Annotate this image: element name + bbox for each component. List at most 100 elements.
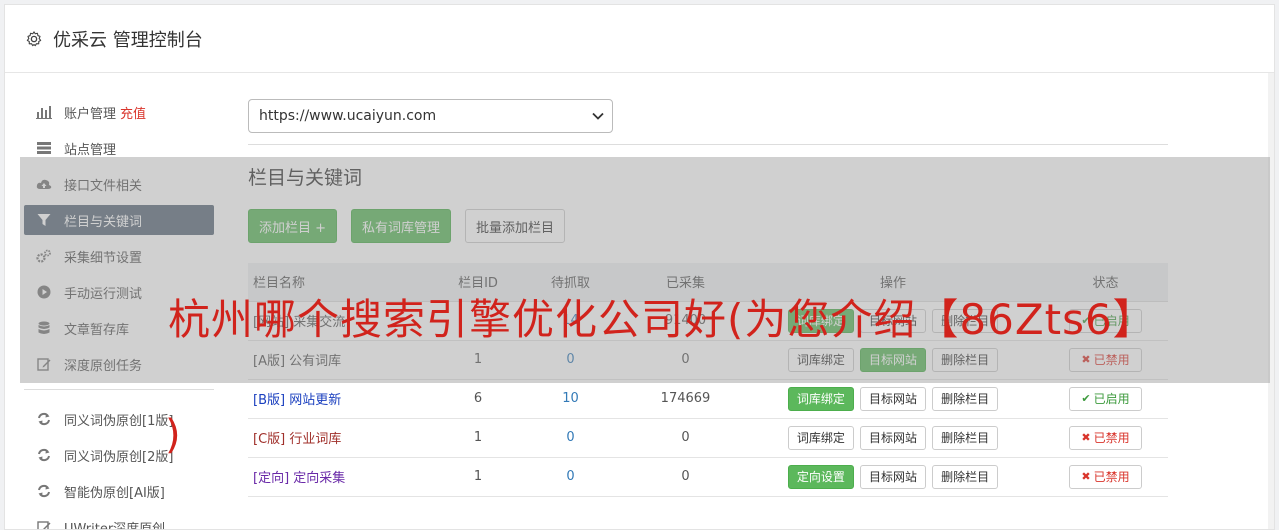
site-select[interactable]: https://www.ucaiyun.com bbox=[248, 99, 613, 133]
sidebar-item-collect-settings[interactable]: 采集细节设置 bbox=[24, 241, 214, 271]
bind-lexicon-button[interactable]: 定向设置 bbox=[787, 464, 854, 489]
sidebar-item-label: 同义词伪原创[2版] bbox=[64, 449, 174, 465]
status-toggle[interactable]: ✔ 已启用 bbox=[1069, 308, 1142, 333]
sidebar-item-synonym-v2[interactable]: 同义词伪原创[2版] bbox=[24, 440, 214, 470]
row-name-text[interactable]: [C版] 行业词库 bbox=[253, 432, 341, 447]
delete-column-button[interactable]: 删除栏目 bbox=[932, 308, 999, 333]
columns-table: 栏目名称 栏目ID 待抓取 已采集 操作 状态 [网站] 采集交流 14 914… bbox=[248, 263, 1168, 497]
pending-link[interactable]: 14 bbox=[562, 313, 579, 328]
row-id: 1 bbox=[443, 418, 513, 458]
private-lexicon-button[interactable]: 私有词库管理 bbox=[351, 209, 452, 243]
sidebar-item-manual-run[interactable]: 手动运行测试 bbox=[24, 277, 214, 307]
recharge-link[interactable]: 充值 bbox=[120, 103, 146, 122]
table-row: [定向] 定向采集 1 0 0 定向设置 目标网站 删除栏目 ✖ 已禁用 bbox=[248, 457, 1168, 497]
status-toggle[interactable]: ✖ 已禁用 bbox=[1069, 425, 1142, 450]
col-header-status: 状态 bbox=[1043, 263, 1168, 302]
sidebar-item-columns-keywords[interactable]: 栏目与关键词 bbox=[24, 205, 214, 235]
row-id: 6 bbox=[443, 379, 513, 419]
row-name-text[interactable]: [A版] 公有词库 bbox=[253, 354, 341, 369]
check-icon: ✔ bbox=[1081, 392, 1091, 405]
sidebar-item-deep-original[interactable]: 深度原创任务 bbox=[24, 349, 214, 379]
row-pending[interactable]: 0 bbox=[513, 418, 628, 458]
target-site-button[interactable]: 目标网站 bbox=[859, 308, 926, 333]
row-collected: 91400 bbox=[628, 301, 743, 341]
sidebar-item-sites[interactable]: 站点管理 bbox=[24, 133, 214, 163]
cross-icon: ✖ bbox=[1081, 353, 1091, 366]
gear-icon bbox=[26, 30, 42, 46]
row-pending[interactable]: 0 bbox=[513, 340, 628, 380]
row-pending[interactable]: 0 bbox=[513, 457, 628, 497]
edit-icon bbox=[36, 356, 52, 372]
row-name-text[interactable]: [B版] 网站更新 bbox=[253, 393, 341, 408]
row-ops: 词库绑定 目标网站 删除栏目 bbox=[743, 418, 1043, 458]
delete-column-button[interactable]: 删除栏目 bbox=[932, 347, 999, 372]
sidebar-item-uwriter[interactable]: UWriter深度原创 bbox=[24, 512, 214, 529]
status-label: 已启用 bbox=[1093, 314, 1130, 328]
table-header-row: 栏目名称 栏目ID 待抓取 已采集 操作 状态 bbox=[248, 263, 1168, 302]
row-name-text[interactable]: [网站] 采集交流 bbox=[253, 315, 345, 330]
target-site-button[interactable]: 目标网站 bbox=[859, 347, 926, 372]
table-row: [网站] 采集交流 14 91400 词库绑定 目标网站 删除栏目 ✔ 已启用 bbox=[248, 301, 1168, 341]
status-toggle[interactable]: ✔ 已启用 bbox=[1069, 386, 1142, 411]
bind-lexicon-button[interactable]: 词库绑定 bbox=[787, 386, 854, 411]
target-site-button[interactable]: 目标网站 bbox=[859, 464, 926, 489]
row-status: ✖ 已禁用 bbox=[1043, 340, 1168, 380]
target-site-button[interactable]: 目标网站 bbox=[859, 425, 926, 450]
sidebar-item-api-files[interactable]: 接口文件相关 bbox=[24, 169, 214, 199]
row-name[interactable]: [定向] 定向采集 bbox=[248, 457, 443, 497]
gears-icon bbox=[36, 248, 52, 264]
filter-icon bbox=[36, 212, 52, 228]
row-id: 1 bbox=[443, 457, 513, 497]
pending-link[interactable]: 0 bbox=[566, 469, 574, 484]
main-content: https://www.ucaiyun.com 栏目与关键词 添加栏目 + 私有… bbox=[248, 99, 1168, 497]
status-toggle[interactable]: ✖ 已禁用 bbox=[1069, 464, 1142, 489]
row-ops: 词库绑定 目标网站 删除栏目 bbox=[743, 340, 1043, 380]
pending-link[interactable]: 0 bbox=[566, 430, 574, 445]
delete-column-button[interactable]: 删除栏目 bbox=[932, 425, 999, 450]
row-name[interactable]: [A版] 公有词库 bbox=[248, 340, 443, 380]
bind-lexicon-button[interactable]: 词库绑定 bbox=[787, 425, 854, 450]
bar-chart-icon bbox=[36, 104, 52, 120]
sidebar-item-label: 手动运行测试 bbox=[64, 286, 143, 302]
row-status: ✖ 已禁用 bbox=[1043, 418, 1168, 458]
sidebar-item-label: 站点管理 bbox=[64, 142, 117, 158]
sidebar-item-ai-original[interactable]: 智能伪原创[AI版] bbox=[24, 476, 214, 506]
row-name[interactable]: [B版] 网站更新 bbox=[248, 379, 443, 419]
row-pending[interactable]: 10 bbox=[513, 379, 628, 419]
sidebar-item-label: 文章暂存库 bbox=[64, 322, 130, 338]
row-status: ✖ 已禁用 bbox=[1043, 457, 1168, 497]
sidebar-item-account[interactable]: 账户管理 充值 bbox=[24, 97, 214, 127]
batch-add-column-button[interactable]: 批量添加栏目 bbox=[465, 209, 566, 243]
row-name[interactable]: [C版] 行业词库 bbox=[248, 418, 443, 458]
pending-link[interactable]: 0 bbox=[566, 352, 574, 367]
delete-column-button[interactable]: 删除栏目 bbox=[932, 386, 999, 411]
target-site-button[interactable]: 目标网站 bbox=[859, 386, 926, 411]
cross-icon: ✖ bbox=[1081, 431, 1091, 444]
sidebar-item-label: 智能伪原创[AI版] bbox=[64, 485, 165, 501]
row-ops: 定向设置 目标网站 删除栏目 bbox=[743, 457, 1043, 497]
refresh-icon bbox=[36, 411, 52, 427]
cloud-upload-icon bbox=[36, 176, 52, 192]
top-header: 优采云 管理控制台 bbox=[5, 5, 1274, 73]
status-label: 已禁用 bbox=[1093, 431, 1130, 445]
row-id: 1 bbox=[443, 340, 513, 380]
scrollbar[interactable] bbox=[1268, 73, 1274, 529]
bind-lexicon-button[interactable]: 词库绑定 bbox=[787, 308, 854, 333]
refresh-icon bbox=[36, 483, 52, 499]
delete-column-button[interactable]: 删除栏目 bbox=[932, 464, 999, 489]
sidebar-item-label: 深度原创任务 bbox=[64, 358, 143, 374]
status-toggle[interactable]: ✖ 已禁用 bbox=[1069, 347, 1142, 372]
action-buttons: 添加栏目 + 私有词库管理 批量添加栏目 bbox=[248, 209, 1168, 243]
pending-link[interactable]: 10 bbox=[562, 391, 579, 406]
row-collected: 0 bbox=[628, 340, 743, 380]
row-pending[interactable]: 14 bbox=[513, 301, 628, 341]
bind-lexicon-button[interactable]: 词库绑定 bbox=[787, 347, 854, 372]
add-column-button[interactable]: 添加栏目 + bbox=[248, 209, 338, 243]
edit-icon bbox=[36, 519, 52, 529]
sidebar-item-synonym-v1[interactable]: 同义词伪原创[1版] bbox=[24, 404, 214, 434]
row-name[interactable]: [网站] 采集交流 bbox=[248, 301, 443, 341]
sidebar-item-article-store[interactable]: 文章暂存库 bbox=[24, 313, 214, 343]
sidebar-divider bbox=[24, 389, 214, 390]
table-row: [A版] 公有词库 1 0 0 词库绑定 目标网站 删除栏目 ✖ 已禁用 bbox=[248, 340, 1168, 380]
row-name-text[interactable]: [定向] 定向采集 bbox=[253, 471, 345, 486]
